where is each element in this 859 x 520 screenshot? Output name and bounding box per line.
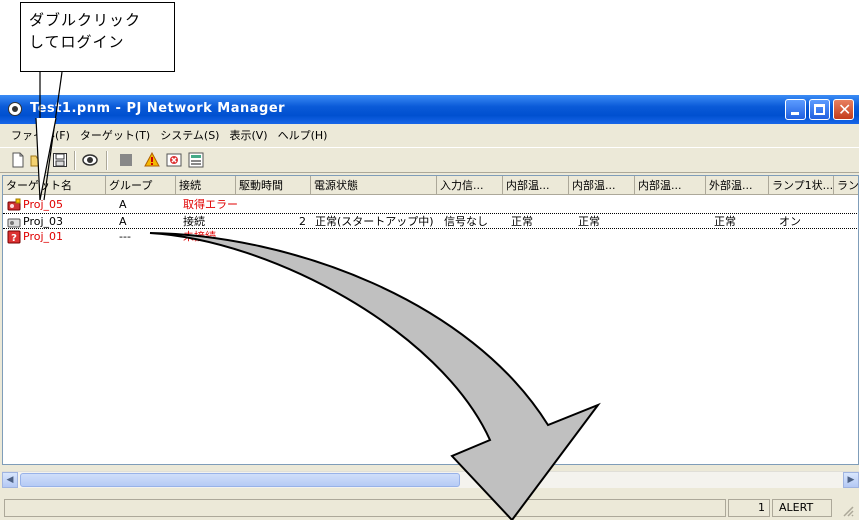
cell-name: Proj_03 [23, 215, 64, 228]
col-header-input-signal[interactable]: 入力信... [437, 176, 503, 195]
col-header-group[interactable]: グループ [106, 176, 176, 195]
svg-text:?: ? [11, 233, 17, 244]
status-alert: ALERT [772, 499, 832, 517]
menu-target[interactable]: ターゲット(T) [75, 127, 155, 143]
menu-view[interactable]: 表示(V) [224, 127, 272, 143]
instruction-callout: ダブルクリック してログイン [20, 2, 175, 72]
toolbar-separator [106, 151, 108, 170]
menu-system[interactable]: システム(S) [155, 127, 224, 143]
minimize-button[interactable] [785, 99, 806, 120]
cell-name: Proj_01 [23, 230, 64, 243]
close-icon: ✕ [838, 100, 852, 119]
status-count: 1 [728, 499, 770, 517]
list-header: ターゲット名 グループ 接続 駆動時間 電源状態 入力信... 内部温... 内… [3, 176, 858, 195]
menu-help[interactable]: ヘルプ(H) [273, 127, 333, 143]
col-header-lamp1-status[interactable]: ランプ1状... [769, 176, 834, 195]
cell-power-state: 正常(スタートアップ中) [315, 215, 434, 228]
horizontal-scrollbar[interactable]: ◀ ▶ [2, 471, 859, 488]
new-file-icon[interactable] [10, 152, 26, 168]
cell-drive-time: 2 [299, 215, 306, 228]
callout-line-1: ダブルクリック [29, 11, 142, 29]
projector-error-icon [7, 198, 21, 211]
stop-icon[interactable] [118, 152, 134, 168]
cell-internal-temp-1: 正常 [511, 215, 533, 228]
col-header-power-state[interactable]: 電源状態 [311, 176, 437, 195]
col-header-external-temp[interactable]: 外部温... [706, 176, 769, 195]
toolbar [0, 147, 859, 173]
save-icon[interactable] [52, 152, 68, 168]
maximize-button[interactable] [809, 99, 830, 120]
cell-group: A [119, 215, 127, 228]
cell-internal-temp-2: 正常 [578, 215, 600, 228]
cell-external-temp: 正常 [714, 215, 736, 228]
window-title: Test1.pnm - PJ Network Manager [30, 101, 286, 116]
open-folder-icon[interactable] [30, 152, 46, 168]
toolbar-separator [74, 151, 76, 170]
cell-name: Proj_05 [23, 198, 64, 211]
menu-file[interactable]: ファイル(F) [6, 127, 75, 143]
cell-group: --- [119, 230, 131, 243]
table-row[interactable]: ? Proj_01 --- 未接続 [3, 229, 858, 245]
col-header-internal-temp-3[interactable]: 内部温... [635, 176, 706, 195]
cell-group: A [119, 198, 127, 211]
col-header-drive-time[interactable]: 駆動時間 [236, 176, 311, 195]
scroll-right-button[interactable]: ▶ [843, 472, 859, 488]
table-row[interactable]: Proj_03 A 接続 2 正常(スタートアップ中) 信号なし 正常 正常 正… [3, 213, 858, 229]
resize-grip-icon[interactable] [842, 505, 854, 517]
col-header-connection[interactable]: 接続 [176, 176, 236, 195]
app-window: Test1.pnm - PJ Network Manager ✕ ファイル(F)… [0, 95, 859, 520]
status-message [4, 499, 726, 517]
error-icon[interactable] [166, 152, 182, 168]
col-header-lamp[interactable]: ラン [834, 176, 858, 195]
settings-icon[interactable] [188, 152, 204, 168]
scrollbar-thumb[interactable] [20, 473, 460, 487]
title-bar[interactable]: Test1.pnm - PJ Network Manager ✕ [0, 95, 859, 124]
close-button[interactable]: ✕ [833, 99, 854, 120]
warning-icon[interactable] [144, 152, 160, 168]
col-header-internal-temp-2[interactable]: 内部温... [569, 176, 635, 195]
cell-input-signal: 信号なし [444, 215, 488, 228]
cell-connection: 取得エラー [183, 198, 238, 211]
cell-connection: 未接続 [183, 230, 216, 243]
view-icon[interactable] [82, 152, 98, 168]
projector-disconnected-icon: ? [7, 230, 21, 244]
status-bar: 1 ALERT [0, 497, 859, 520]
col-header-internal-temp-1[interactable]: 内部温... [503, 176, 569, 195]
cell-lamp1-status: オン [779, 215, 801, 228]
table-row[interactable]: Proj_05 A 取得エラー [3, 197, 858, 213]
menu-bar: ファイル(F) ターゲット(T) システム(S) 表示(V) ヘルプ(H) [0, 124, 859, 146]
app-icon [8, 102, 22, 116]
projector-icon [7, 218, 21, 228]
callout-line-2: してログイン [29, 33, 125, 51]
col-header-target-name[interactable]: ターゲット名 [3, 176, 106, 195]
scroll-left-button[interactable]: ◀ [2, 472, 18, 488]
target-list[interactable]: ターゲット名 グループ 接続 駆動時間 電源状態 入力信... 内部温... 内… [2, 175, 859, 465]
cell-connection: 接続 [183, 215, 205, 228]
